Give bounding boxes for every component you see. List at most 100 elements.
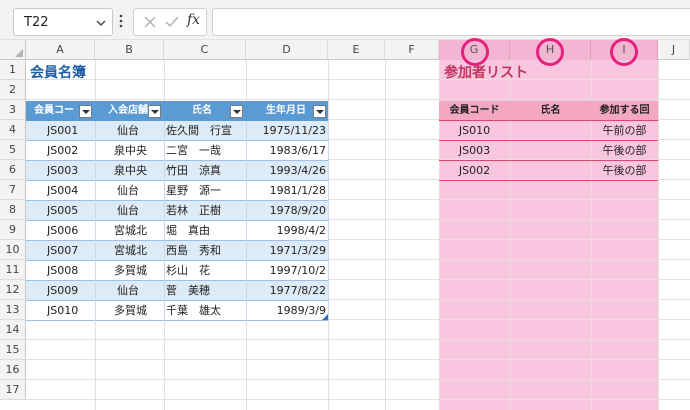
participant-code[interactable]: JS002 — [439, 161, 510, 181]
member-birthdate[interactable]: 1983/6/17 — [246, 141, 326, 161]
member-code[interactable]: JS007 — [47, 241, 78, 261]
member-birthdate[interactable]: 1993/4/26 — [246, 161, 326, 181]
participant-session[interactable]: 午前の部 — [591, 121, 658, 141]
member-code[interactable]: JS005 — [47, 201, 78, 221]
member-birthdate[interactable]: 1971/3/29 — [246, 241, 326, 261]
member-name[interactable]: 二宮 一哉 — [166, 141, 221, 161]
member-birthdate[interactable]: 1978/9/20 — [246, 201, 326, 221]
enter-check-icon[interactable] — [164, 14, 180, 30]
row-header-5[interactable]: 5 — [0, 140, 26, 160]
column-header-d[interactable]: D — [246, 40, 328, 60]
participant-session[interactable]: 午後の部 — [591, 141, 658, 161]
highlight-ring-g — [461, 38, 489, 66]
member-code[interactable]: JS003 — [47, 161, 78, 181]
member-name[interactable]: 菅 美穂 — [166, 281, 210, 301]
member-name[interactable]: 西島 秀和 — [166, 241, 221, 261]
row-header-8[interactable]: 8 — [0, 200, 26, 220]
column-header-b[interactable]: B — [95, 40, 164, 60]
column-header-j[interactable]: J — [658, 40, 690, 60]
highlight-ring-h — [536, 38, 564, 66]
member-store[interactable]: 泉中央 — [114, 161, 147, 181]
member-name[interactable]: 若林 正樹 — [166, 201, 221, 221]
member-list-title: 会員名簿 — [30, 65, 86, 81]
member-name[interactable]: 竹田 涼真 — [166, 161, 221, 181]
member-code[interactable]: JS008 — [47, 261, 78, 281]
filter-dropdown-icon[interactable] — [148, 105, 161, 118]
highlight-ring-i — [610, 38, 638, 66]
row-header-3[interactable]: 3 — [0, 100, 26, 120]
name-box-value: T22 — [24, 15, 49, 30]
member-birthdate[interactable]: 1989/3/9 — [246, 301, 326, 321]
member-store[interactable]: 宮城北 — [114, 221, 147, 241]
column-header-c[interactable]: C — [164, 40, 246, 60]
row-header-1[interactable]: 1 — [0, 60, 26, 80]
participant-header-session: 参加する回 — [599, 105, 650, 116]
member-store[interactable]: 仙台 — [117, 181, 139, 201]
row-header-16[interactable]: 16 — [0, 360, 26, 380]
more-options-icon[interactable] — [118, 12, 124, 30]
participant-code[interactable]: JS003 — [439, 141, 510, 161]
row-header-15[interactable]: 15 — [0, 340, 26, 360]
formula-bar: T22 fx — [0, 0, 690, 40]
row-header-17[interactable]: 17 — [0, 380, 26, 400]
name-box[interactable]: T22 — [13, 8, 113, 36]
member-name[interactable]: 堀 真由 — [166, 221, 210, 241]
member-birthdate[interactable]: 1977/8/22 — [246, 281, 326, 301]
member-birthdate[interactable]: 1998/4/2 — [246, 221, 326, 241]
member-birthdate[interactable]: 1975/11/23 — [246, 121, 326, 141]
cancel-icon[interactable] — [142, 14, 158, 30]
formula-controls: fx — [133, 8, 207, 36]
member-name[interactable]: 杉山 花 — [166, 261, 210, 281]
column-header-a[interactable]: A — [26, 40, 95, 60]
member-name[interactable]: 佐久間 行宣 — [166, 121, 232, 141]
member-code[interactable]: JS004 — [47, 181, 78, 201]
participant-session[interactable]: 午後の部 — [591, 161, 658, 181]
insert-function-icon[interactable]: fx — [187, 12, 200, 28]
row-header-10[interactable]: 10 — [0, 240, 26, 260]
row-header-6[interactable]: 6 — [0, 160, 26, 180]
formula-input[interactable] — [212, 8, 690, 36]
member-store[interactable]: 仙台 — [117, 121, 139, 141]
row-header-11[interactable]: 11 — [0, 260, 26, 280]
member-birthdate[interactable]: 1997/10/2 — [246, 261, 326, 281]
table-resize-handle-icon[interactable] — [322, 314, 328, 320]
header-name: 氏名 — [192, 105, 212, 116]
member-code[interactable]: JS010 — [47, 301, 78, 321]
row-header-12[interactable]: 12 — [0, 280, 26, 300]
row-header-13[interactable]: 13 — [0, 300, 26, 320]
member-code[interactable]: JS009 — [47, 281, 78, 301]
column-header-e[interactable]: E — [328, 40, 385, 60]
member-name[interactable]: 星野 源一 — [166, 181, 221, 201]
row-header-4[interactable]: 4 — [0, 120, 26, 140]
filter-dropdown-icon[interactable] — [230, 105, 243, 118]
member-store[interactable]: 多賀城 — [114, 301, 147, 321]
participant-header-name: 氏名 — [540, 105, 561, 116]
member-store[interactable]: 泉中央 — [114, 141, 147, 161]
participant-name[interactable] — [510, 121, 591, 141]
row-header-9[interactable]: 9 — [0, 220, 26, 240]
member-code[interactable]: JS002 — [47, 141, 78, 161]
member-store[interactable]: 宮城北 — [114, 241, 147, 261]
highlighted-columns-band — [439, 40, 658, 410]
chevron-down-icon[interactable] — [96, 18, 106, 28]
participant-name[interactable] — [510, 141, 591, 161]
member-store[interactable]: 仙台 — [117, 201, 139, 221]
row-header-7[interactable]: 7 — [0, 180, 26, 200]
member-birthdate[interactable]: 1981/1/28 — [246, 181, 326, 201]
filter-dropdown-icon[interactable] — [79, 105, 92, 118]
member-code[interactable]: JS006 — [47, 221, 78, 241]
member-store[interactable]: 仙台 — [117, 281, 139, 301]
participant-name[interactable] — [510, 161, 591, 181]
row-header-2[interactable]: 2 — [0, 80, 26, 100]
member-name[interactable]: 千葉 雄太 — [166, 301, 221, 321]
participant-code[interactable]: JS010 — [439, 121, 510, 141]
participant-list-title: 参加者リスト — [444, 65, 528, 81]
column-header-f[interactable]: F — [385, 40, 439, 60]
member-store[interactable]: 多賀城 — [114, 261, 147, 281]
filter-dropdown-icon[interactable] — [313, 105, 326, 118]
header-member-code: 会員コー — [34, 105, 74, 116]
row-header-14[interactable]: 14 — [0, 320, 26, 340]
participant-header-code: 会員コード — [449, 105, 500, 116]
select-all-corner[interactable] — [0, 40, 26, 60]
member-code[interactable]: JS001 — [47, 121, 78, 141]
